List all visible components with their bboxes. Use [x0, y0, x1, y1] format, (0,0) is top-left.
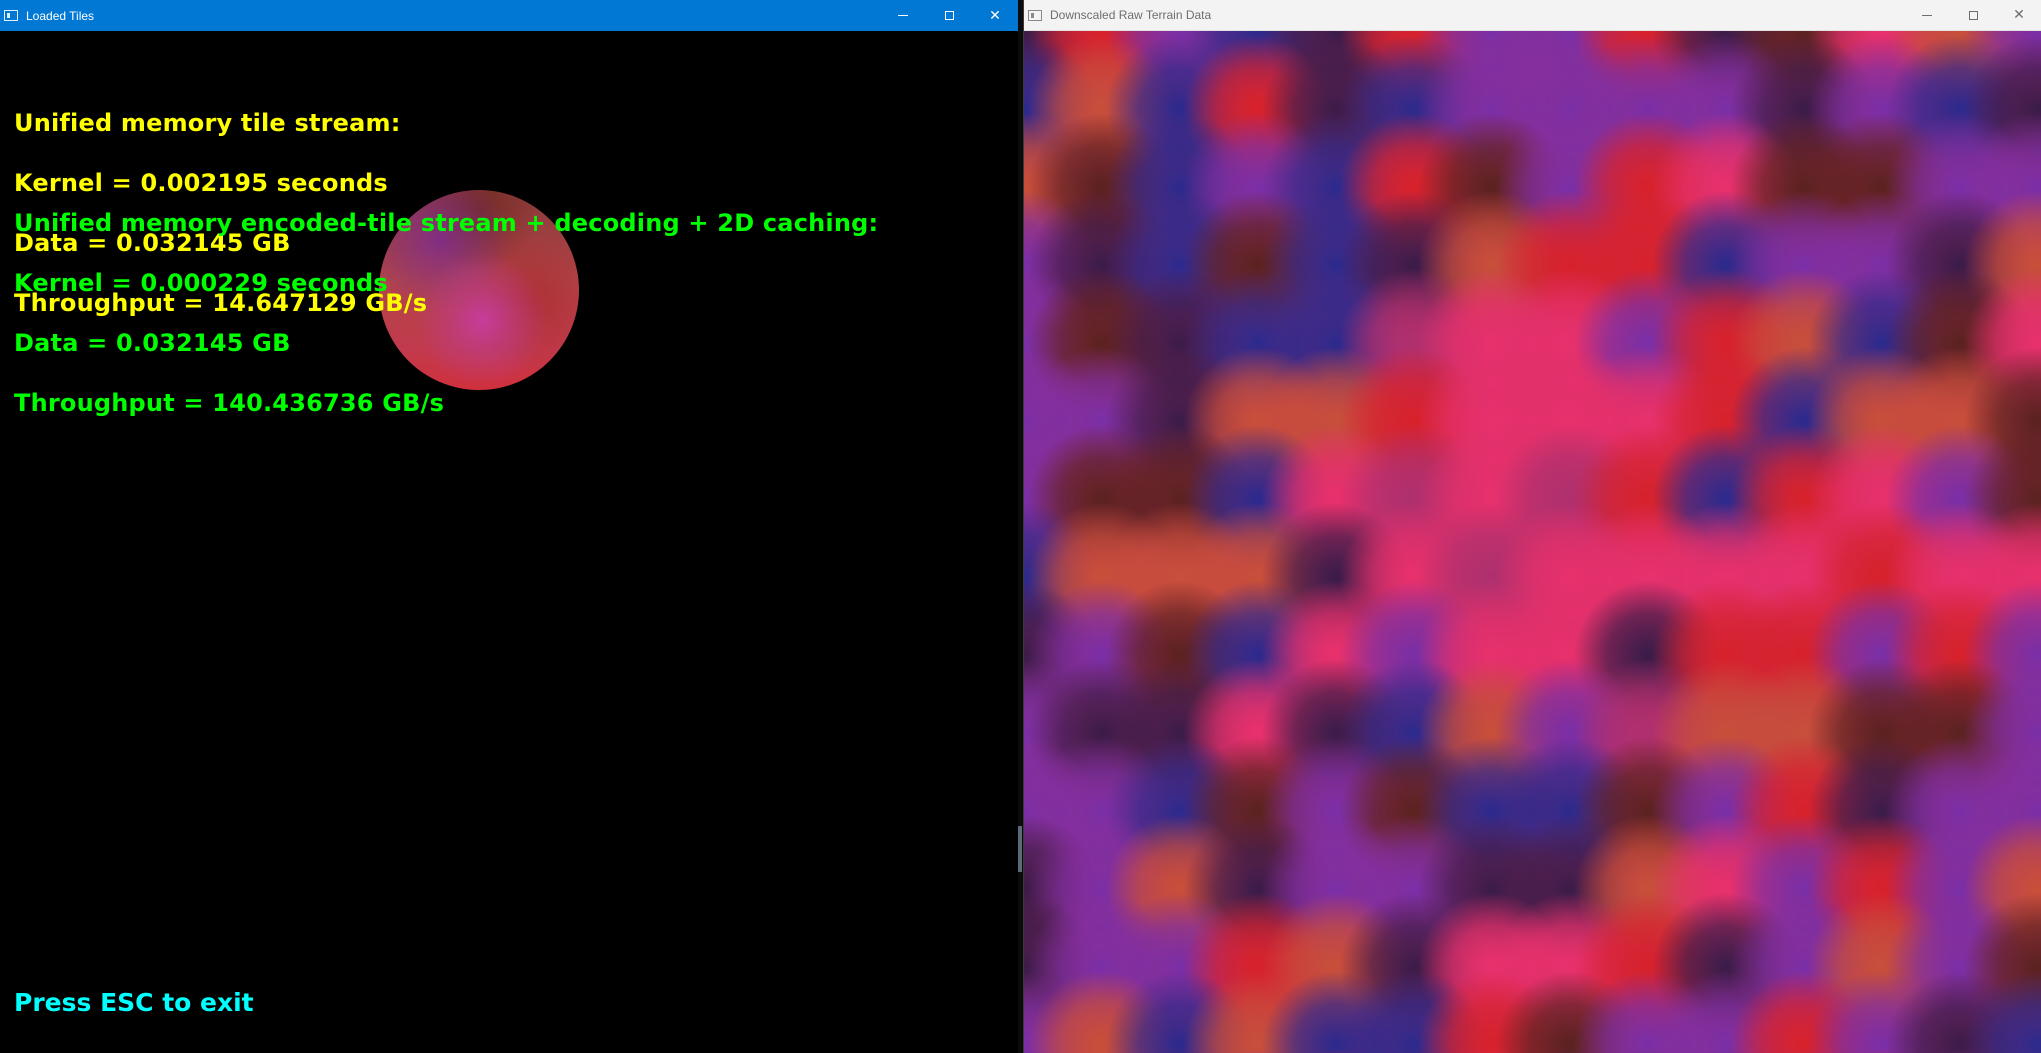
- render-viewport[interactable]: Unified memory tile stream: Kernel = 0.0…: [0, 31, 1018, 1053]
- title-bar[interactable]: Loaded Tiles ✕: [0, 0, 1018, 31]
- minimize-button[interactable]: [1904, 0, 1950, 30]
- close-button[interactable]: ✕: [1996, 0, 2041, 30]
- caption-buttons: ✕: [1904, 0, 2041, 30]
- stats-heading: Unified memory tile stream:: [14, 109, 401, 137]
- exit-hint: Press ESC to exit: [14, 988, 254, 1017]
- terrain-image: [1024, 31, 2041, 1053]
- maximize-button[interactable]: [1950, 0, 1996, 30]
- minimize-icon: [898, 15, 908, 16]
- maximize-icon: [944, 11, 954, 20]
- loaded-tiles-window[interactable]: Loaded Tiles ✕ Unified memory tile strea…: [0, 0, 1018, 1053]
- window-title: Loaded Tiles: [26, 8, 95, 23]
- caption-buttons: ✕: [880, 0, 1018, 31]
- resize-handle[interactable]: [1018, 826, 1022, 872]
- raw-terrain-window[interactable]: Downscaled Raw Terrain Data ✕: [1023, 0, 2041, 1053]
- terrain-viewport[interactable]: [1024, 31, 2041, 1053]
- window-title: Downscaled Raw Terrain Data: [1050, 8, 1212, 22]
- app-icon: [1028, 9, 1042, 21]
- minimize-button[interactable]: [880, 0, 926, 31]
- stats-throughput: Throughput = 140.436736 GB/s: [14, 389, 445, 417]
- minimize-icon: [1922, 14, 1932, 16]
- close-icon: ✕: [2013, 7, 2025, 23]
- encoded-stream-stats: Unified memory encoded-tile stream + dec…: [14, 173, 878, 453]
- maximize-button[interactable]: [926, 0, 972, 31]
- app-icon: [4, 10, 18, 21]
- stats-data: Data = 0.032145 GB: [14, 329, 291, 357]
- close-button[interactable]: ✕: [972, 0, 1018, 31]
- stats-kernel: Kernel = 0.000229 seconds: [14, 269, 388, 297]
- maximize-icon: [1968, 10, 1978, 20]
- title-bar[interactable]: Downscaled Raw Terrain Data ✕: [1024, 0, 2041, 31]
- stats-heading: Unified memory encoded-tile stream + dec…: [14, 209, 879, 237]
- close-icon: ✕: [989, 7, 1001, 24]
